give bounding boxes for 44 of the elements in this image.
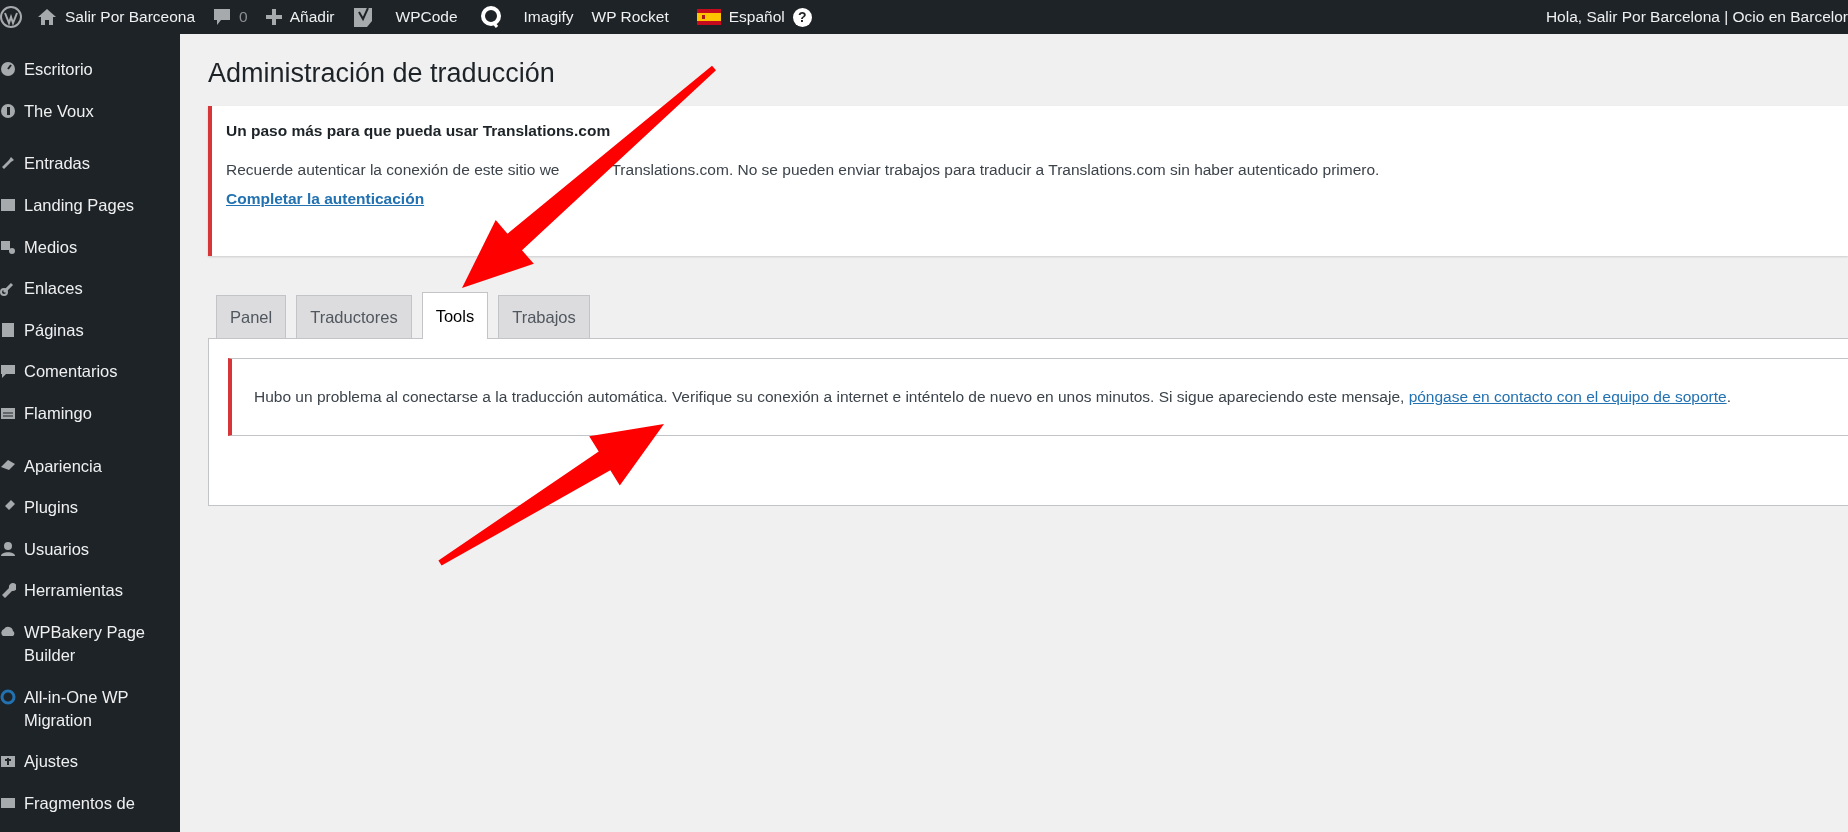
plus-icon[interactable]	[265, 9, 282, 25]
home-icon[interactable]	[37, 8, 57, 26]
comment-icon[interactable]	[213, 8, 232, 26]
menu-item[interactable]: Flamingo	[24, 402, 92, 426]
language-switcher[interactable]: Español	[728, 8, 785, 26]
menu-item[interactable]: Páginas	[24, 318, 84, 342]
menu-item[interactable]: Entradas	[24, 152, 91, 176]
menu-item[interactable]: Usuarios	[24, 537, 90, 561]
comment-count[interactable]: 0	[239, 8, 248, 26]
menu-item[interactable]: All-in-One WP Migration	[24, 685, 172, 732]
menu-item[interactable]: Medios	[24, 235, 78, 259]
circle-logo-icon[interactable]	[478, 5, 503, 29]
imagify-link[interactable]: Imagify	[514, 8, 583, 26]
menu-item[interactable]: Herramientas	[24, 579, 124, 603]
menu-item[interactable]: WPBakery Page Builder	[24, 621, 172, 667]
menu-item[interactable]: Escritorio	[24, 58, 93, 82]
flag-icon[interactable]	[696, 9, 721, 25]
user-greeting[interactable]: Hola, Salir Por Barcelona | Ocio en Barcelor	[1545, 8, 1848, 26]
menu-item[interactable]: The Voux	[24, 99, 94, 123]
error-message: Hubo un problema al conectarse a la traducción automática. Verifique su conexión a internet e inténtelo de nuevo en unos minutos. Si sigue apareciendo este mensaje, póngase en contacto con el equipo de soporte.	[254, 388, 1731, 405]
menu-item[interactable]: Apariencia	[24, 454, 102, 478]
menu-item[interactable]: Landing Pages	[24, 194, 135, 218]
wordpress-logo-icon[interactable]	[0, 6, 22, 28]
menu-item[interactable]: Comentarios	[24, 360, 118, 384]
notice-text: Recuerde autenticar la conexión de este sitio we	[226, 161, 560, 178]
tab[interactable]: Traductores	[296, 295, 412, 338]
menu-item[interactable]: Fragmentos de	[24, 791, 135, 815]
help-icon[interactable]: ?	[792, 7, 812, 27]
site-name-link[interactable]: Salir Por Barceona	[65, 8, 196, 26]
wpcode-link[interactable]: WPCode	[386, 8, 467, 26]
notice-text: Translations.com. No se pueden enviar trabajos para traducir a Translations.com sin haber autenticado primero.	[611, 161, 1380, 178]
tab[interactable]: Panel	[216, 295, 287, 338]
menu-item[interactable]: Plugins	[24, 496, 79, 520]
menu-item[interactable]: Enlaces	[24, 277, 83, 301]
wp-rocket-link[interactable]: WP Rocket	[582, 8, 678, 26]
notice-title: Un paso más para que pueda usar Translations.com	[226, 122, 612, 140]
tab[interactable]: Trabajos	[498, 295, 590, 338]
add-new-link[interactable]: Añadir	[289, 8, 335, 26]
support-link[interactable]: póngase en contacto con el equipo de soporte	[1408, 388, 1727, 405]
authentication-link[interactable]: Completar la autenticación	[226, 190, 425, 207]
page-title: Administración de traducción	[208, 57, 556, 90]
shield-logo-icon[interactable]	[352, 6, 373, 28]
menu-item[interactable]: Ajustes	[24, 750, 79, 774]
tab[interactable]: Tools	[421, 292, 489, 339]
